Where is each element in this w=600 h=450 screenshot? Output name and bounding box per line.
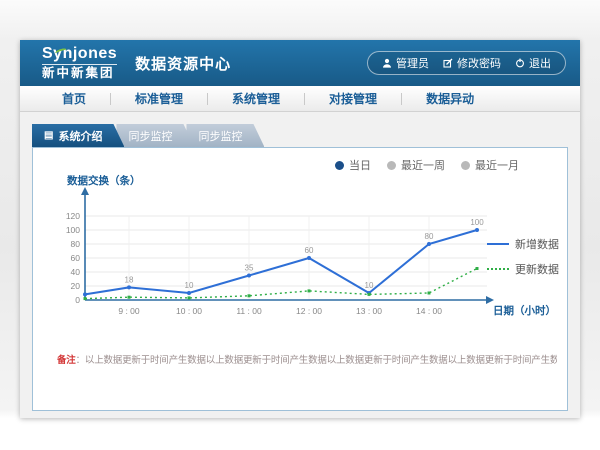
- svg-text:日期（小时）: 日期（小时）: [493, 304, 556, 317]
- svg-text:11 : 00: 11 : 00: [236, 306, 262, 316]
- legend-new-data[interactable]: 新增数据: [487, 236, 559, 252]
- dotted-line-swatch: [487, 268, 509, 270]
- page-title: 数据资源中心: [135, 53, 231, 74]
- tab-label: 系统介绍: [58, 128, 102, 144]
- user-menu-logout[interactable]: 退出: [515, 55, 551, 71]
- document-icon: ▤: [44, 131, 53, 141]
- user-menu-admin[interactable]: 管理员: [382, 55, 429, 71]
- svg-text:18: 18: [125, 275, 134, 284]
- logo-text-en: Synjones: [42, 46, 117, 65]
- main-nav: 首页 标准管理 系统管理 对接管理 数据异动: [20, 86, 580, 112]
- tab-sync-monitor-1[interactable]: 同步监控: [116, 124, 194, 147]
- chart-panel: 当日 最近一周 最近一月 0 20 40 60 80 100 120 9 : 00 10 : 0…: [32, 147, 568, 411]
- footnote: 备注：以上数据更新于时间产生数据以上数据更新于时间产生数据以上数据更新于时间产生…: [57, 352, 557, 366]
- app-header: Synjones 新中新集团 数据资源中心 管理员 修改密码: [20, 40, 580, 86]
- nav-item-system-mgmt[interactable]: 系统管理: [208, 90, 304, 107]
- time-range-filter: 当日 最近一周 最近一月: [335, 157, 519, 173]
- legend-label: 新增数据: [515, 236, 559, 252]
- solid-line-swatch: [487, 243, 509, 245]
- nav-item-standard-mgmt[interactable]: 标准管理: [111, 90, 207, 107]
- footnote-text: ：以上数据更新于时间产生数据以上数据更新于时间产生数据以上数据更新于时间产生数据…: [76, 355, 557, 366]
- svg-text:60: 60: [305, 246, 314, 255]
- svg-text:10: 10: [365, 281, 374, 290]
- svg-text:10: 10: [185, 281, 194, 290]
- radio-label: 当日: [349, 157, 371, 173]
- chart-legend: 新增数据 更新数据: [487, 236, 559, 277]
- radio-last-week[interactable]: 最近一周: [387, 157, 445, 173]
- svg-text:20: 20: [71, 281, 81, 291]
- svg-text:100: 100: [470, 218, 484, 227]
- logo: Synjones 新中新集团: [42, 46, 117, 80]
- svg-text:9 : 00: 9 : 00: [118, 306, 140, 316]
- tab-label: 同步监控: [198, 128, 242, 144]
- svg-text:40: 40: [71, 267, 81, 277]
- tab-bar: ▤ 系统介绍 同步监控 同步监控: [32, 124, 568, 147]
- radio-label: 最近一月: [475, 157, 519, 173]
- content-area: ▤ 系统介绍 同步监控 同步监控 当日 最近一周: [20, 112, 580, 411]
- user-icon: [382, 58, 392, 68]
- user-menu: 管理员 修改密码 退出: [367, 51, 566, 75]
- line-chart: 0 20 40 60 80 100 120 9 : 00 10 : 00 11 : 00 12 : …: [41, 174, 561, 337]
- legend-label: 更新数据: [515, 261, 559, 277]
- user-menu-change-password-label: 修改密码: [457, 55, 501, 71]
- radio-today[interactable]: 当日: [335, 157, 371, 173]
- tab-system-intro[interactable]: ▤ 系统介绍: [32, 124, 124, 147]
- radio-dot-selected: [335, 161, 344, 170]
- svg-text:80: 80: [71, 239, 81, 249]
- user-menu-admin-label: 管理员: [396, 55, 429, 71]
- radio-dot: [461, 161, 470, 170]
- svg-text:0: 0: [75, 295, 80, 305]
- user-menu-logout-label: 退出: [529, 55, 551, 71]
- tab-sync-monitor-2[interactable]: 同步监控: [186, 124, 264, 147]
- radio-dot: [387, 161, 396, 170]
- svg-text:60: 60: [71, 253, 81, 263]
- svg-text:100: 100: [66, 225, 80, 235]
- tab-label: 同步监控: [128, 128, 172, 144]
- radio-label: 最近一周: [401, 157, 445, 173]
- svg-text:数据交换（条）: 数据交换（条）: [66, 174, 141, 187]
- svg-text:12 : 00: 12 : 00: [296, 306, 322, 316]
- logout-icon: [515, 58, 525, 68]
- svg-text:35: 35: [245, 264, 254, 273]
- svg-text:10 : 00: 10 : 00: [176, 306, 202, 316]
- svg-text:80: 80: [425, 232, 434, 241]
- legend-updated-data[interactable]: 更新数据: [487, 261, 559, 277]
- edit-icon: [443, 58, 453, 68]
- nav-item-interface-mgmt[interactable]: 对接管理: [305, 90, 401, 107]
- logo-text-cn: 新中新集团: [42, 67, 117, 80]
- svg-text:14 : 00: 14 : 00: [416, 306, 442, 316]
- nav-item-data-change[interactable]: 数据异动: [402, 90, 498, 107]
- radio-last-month[interactable]: 最近一月: [461, 157, 519, 173]
- footnote-prefix: 备注: [57, 355, 76, 366]
- svg-text:120: 120: [66, 211, 80, 221]
- svg-text:13 : 00: 13 : 00: [356, 306, 382, 316]
- nav-item-home[interactable]: 首页: [38, 90, 110, 107]
- user-menu-change-password[interactable]: 修改密码: [443, 55, 501, 71]
- app-window: Synjones 新中新集团 数据资源中心 管理员 修改密码: [20, 40, 580, 418]
